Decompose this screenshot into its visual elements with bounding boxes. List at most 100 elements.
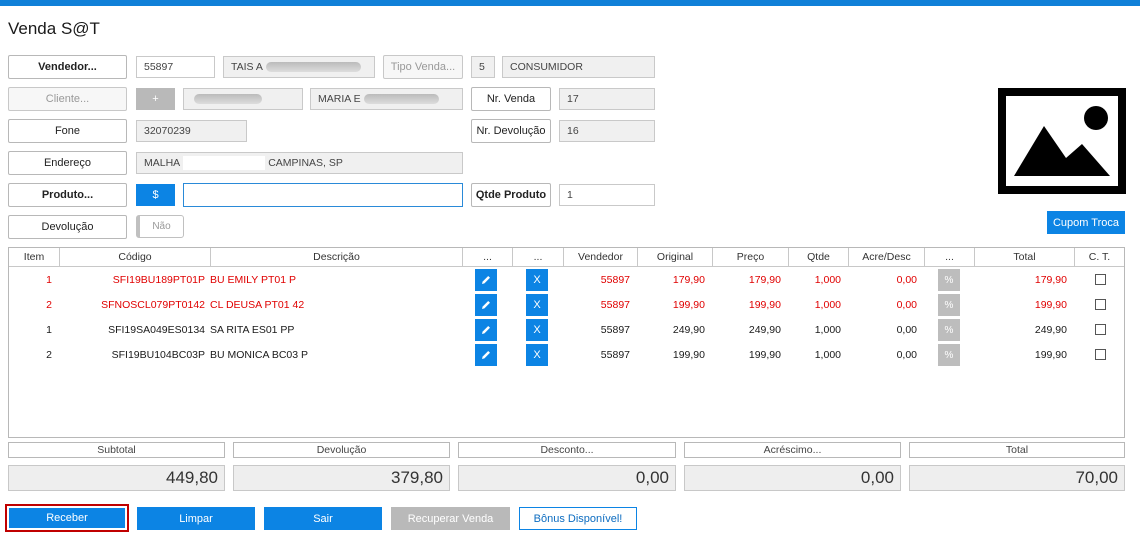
- bonus-disponivel-button[interactable]: Bônus Disponível!: [519, 507, 637, 530]
- cell-acre: 0,00: [896, 299, 917, 311]
- total-value: 70,00: [909, 465, 1125, 491]
- remove-item-button[interactable]: X: [526, 294, 548, 316]
- cell-original: 199,90: [672, 349, 705, 361]
- vendedor-code-field[interactable]: 55897: [136, 56, 215, 78]
- qtde-produto-label: Qtde Produto: [471, 183, 551, 207]
- redacted-text: [265, 62, 361, 72]
- redacted-text: [183, 156, 266, 170]
- limpar-button[interactable]: Limpar: [137, 507, 255, 530]
- col-header-item[interactable]: Item: [9, 248, 60, 267]
- page-title: Venda S@T: [8, 19, 100, 38]
- col-header-original[interactable]: Original: [638, 248, 713, 267]
- nr-venda-label: Nr. Venda: [471, 87, 551, 111]
- pencil-icon[interactable]: [475, 294, 497, 316]
- cell-acre: 0,00: [896, 349, 917, 361]
- ct-checkbox[interactable]: [1095, 324, 1106, 335]
- cliente-code-field: [183, 88, 303, 110]
- cupom-troca-button[interactable]: Cupom Troca: [1047, 211, 1125, 234]
- col-header-edit[interactable]: ...: [463, 248, 513, 267]
- cell-preco: 249,90: [748, 324, 781, 336]
- cell-acre: 0,00: [896, 274, 917, 286]
- add-cliente-button[interactable]: +: [136, 88, 175, 110]
- pencil-icon[interactable]: [475, 344, 497, 366]
- discount-button[interactable]: %: [938, 294, 960, 316]
- produto-input[interactable]: [183, 183, 463, 207]
- ct-checkbox[interactable]: [1095, 274, 1106, 285]
- image-placeholder-icon: [998, 88, 1126, 194]
- cell-descricao: CL DEUSA PT01 42: [210, 299, 305, 311]
- cell-descricao: BU EMILY PT01 P: [210, 274, 296, 286]
- qtde-produto-field[interactable]: 1: [559, 184, 655, 206]
- devolucao-value: 379,80: [233, 465, 450, 491]
- col-header-vendedor[interactable]: Vendedor: [564, 248, 638, 267]
- tipo-venda-code-field: 5: [471, 56, 495, 78]
- col-header-codigo[interactable]: Código: [60, 248, 211, 267]
- ct-checkbox[interactable]: [1095, 299, 1106, 310]
- ct-checkbox[interactable]: [1095, 349, 1106, 360]
- discount-button[interactable]: %: [938, 269, 960, 291]
- nr-devolucao-field: 16: [559, 120, 655, 142]
- cliente-name-text: MARIA E: [318, 93, 361, 105]
- col-header-remove[interactable]: ...: [513, 248, 564, 267]
- items-grid: Item Código Descrição ... ... Vendedor O…: [8, 247, 1125, 438]
- desconto-button[interactable]: Desconto...: [458, 442, 676, 458]
- endereco-label: Endereço: [8, 151, 127, 175]
- cell-vendedor: 55897: [600, 299, 630, 311]
- cell-codigo: SFI19BU104BC03P: [111, 349, 205, 361]
- remove-item-button[interactable]: X: [526, 319, 548, 341]
- total-label: Total: [909, 442, 1125, 458]
- remove-item-button[interactable]: X: [526, 269, 548, 291]
- cell-preco: 199,90: [748, 349, 781, 361]
- desconto-value: 0,00: [458, 465, 676, 491]
- produto-button[interactable]: Produto...: [8, 183, 127, 207]
- receber-button[interactable]: Receber: [9, 508, 125, 528]
- redacted-text: [194, 94, 262, 104]
- col-header-descricao[interactable]: Descrição: [211, 248, 463, 267]
- col-header-discount[interactable]: ...: [925, 248, 975, 267]
- sair-button[interactable]: Sair: [264, 507, 382, 530]
- cell-total: 179,90: [1034, 274, 1067, 286]
- pencil-icon[interactable]: [475, 269, 497, 291]
- cell-qtde: 1,000: [814, 349, 841, 361]
- remove-item-button[interactable]: X: [526, 344, 548, 366]
- cell-codigo: SFNOSCL079PT0142: [101, 299, 205, 311]
- vendedor-name-text: TAIS A: [231, 61, 263, 73]
- devolucao-sum-label: Devolução: [233, 442, 450, 458]
- cell-qtde: 1,000: [814, 299, 841, 311]
- cell-vendedor: 55897: [600, 349, 630, 361]
- nr-venda-field: 17: [559, 88, 655, 110]
- endereco-suffix: CAMPINAS, SP: [268, 157, 343, 169]
- tipo-venda-button[interactable]: Tipo Venda...: [383, 55, 463, 79]
- tipo-venda-name-field: CONSUMIDOR: [502, 56, 655, 78]
- col-header-total[interactable]: Total: [975, 248, 1075, 267]
- cell-descricao: SA RITA ES01 PP: [210, 324, 295, 336]
- vendedor-button[interactable]: Vendedor...: [8, 55, 127, 79]
- cell-original: 249,90: [672, 324, 705, 336]
- col-header-ct[interactable]: C. T.: [1075, 248, 1124, 267]
- recuperar-venda-button[interactable]: Recuperar Venda: [391, 507, 510, 530]
- col-header-preco[interactable]: Preço: [713, 248, 789, 267]
- discount-button[interactable]: %: [938, 344, 960, 366]
- cell-original: 199,90: [672, 299, 705, 311]
- produto-price-button[interactable]: $: [136, 184, 175, 206]
- col-header-qtde[interactable]: Qtde: [789, 248, 849, 267]
- devolucao-toggle[interactable]: Não: [136, 215, 184, 238]
- cell-codigo: SFI19BU189PT01P: [112, 274, 205, 286]
- receber-highlight: Receber: [5, 504, 129, 532]
- subtotal-value: 449,80: [8, 465, 225, 491]
- col-header-acre-desc[interactable]: Acre/Desc: [849, 248, 925, 267]
- cell-qtde: 1,000: [814, 274, 841, 286]
- pencil-icon[interactable]: [475, 319, 497, 341]
- cell-preco: 179,90: [748, 274, 781, 286]
- nr-devolucao-label: Nr. Devolução: [471, 119, 551, 143]
- cell-total: 199,90: [1034, 349, 1067, 361]
- cell-descricao: BU MONICA BC03 P: [210, 349, 309, 361]
- discount-button[interactable]: %: [938, 319, 960, 341]
- endereco-field: MALHA CAMPINAS, SP: [136, 152, 463, 174]
- cliente-button[interactable]: Cliente...: [8, 87, 127, 111]
- cell-codigo: SFI19SA049ES0134: [108, 324, 205, 336]
- cell-preco: 199,90: [748, 299, 781, 311]
- cell-acre: 0,00: [896, 324, 917, 336]
- cell-vendedor: 55897: [600, 274, 630, 286]
- acrescimo-button[interactable]: Acréscimo...: [684, 442, 901, 458]
